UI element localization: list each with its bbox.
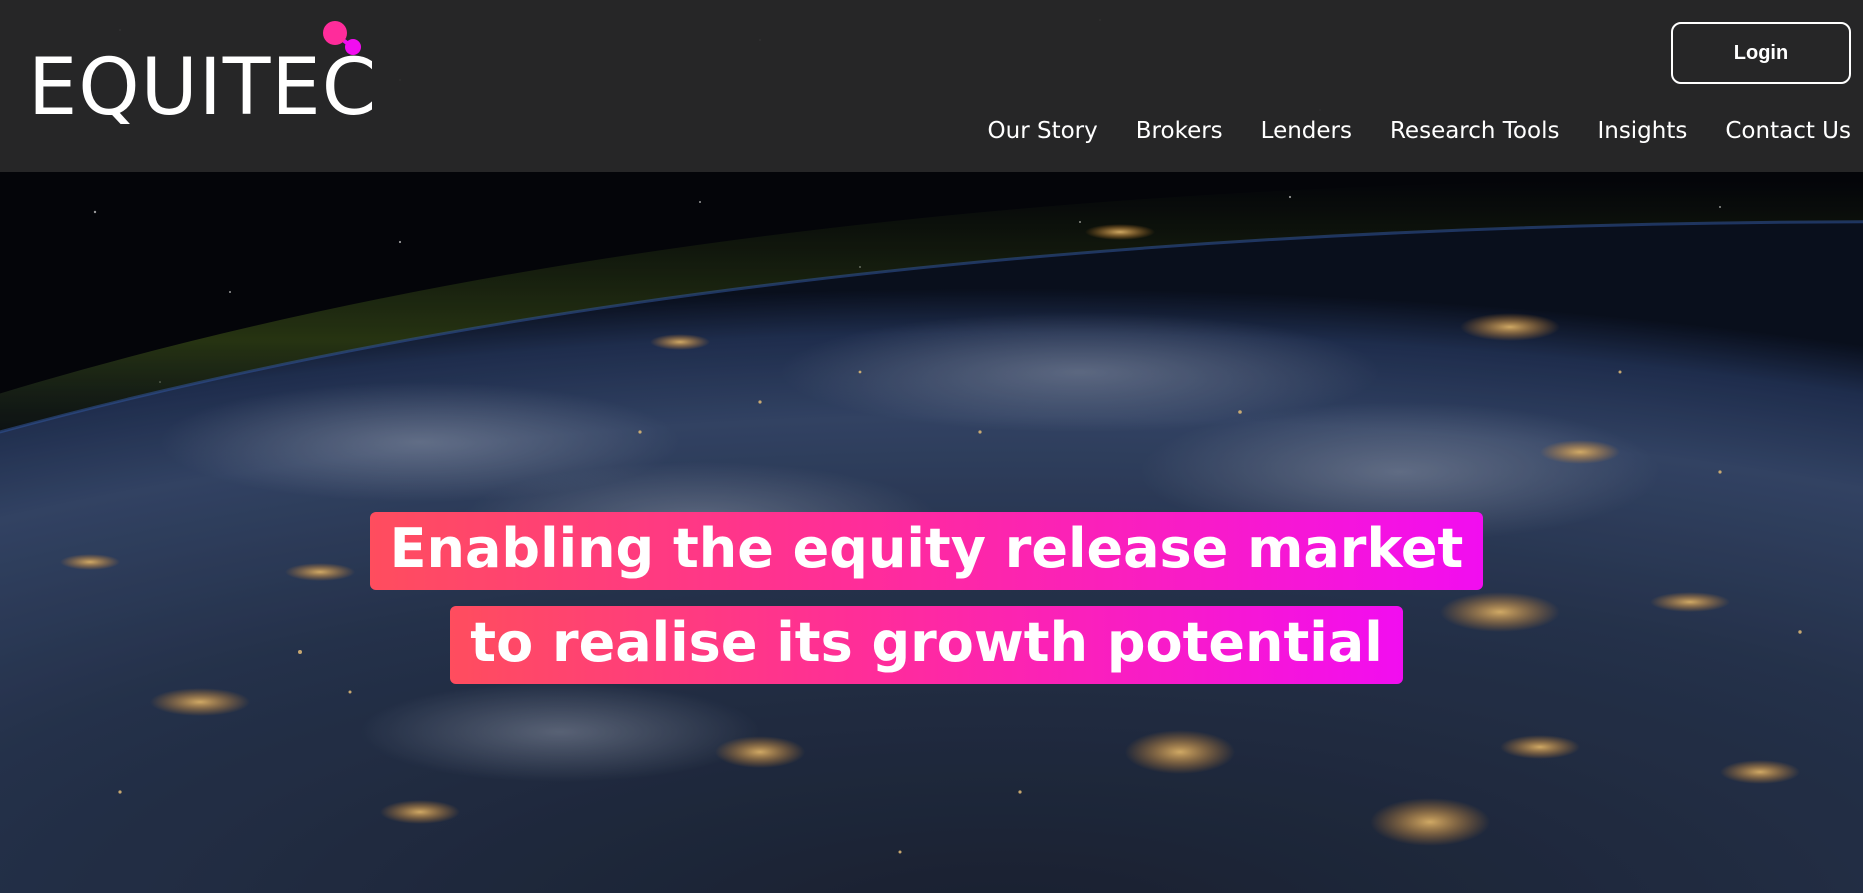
logo-molecule-icon — [323, 21, 361, 55]
nav-item-brokers[interactable]: Brokers — [1136, 118, 1223, 144]
nav-item-lenders[interactable]: Lenders — [1261, 118, 1352, 144]
hero-section: Enabling the equity release market to re… — [0, 172, 1863, 893]
nav-item-insights[interactable]: Insights — [1597, 118, 1687, 144]
equitec-logo[interactable]: EQUITEC — [28, 20, 388, 130]
main-nav: Our Story Brokers Lenders Research Tools… — [988, 118, 1851, 144]
nav-item-research-tools[interactable]: Research Tools — [1390, 118, 1559, 144]
headline-line-2: to realise its growth potential — [450, 606, 1403, 684]
nav-item-our-story[interactable]: Our Story — [988, 118, 1098, 144]
login-button[interactable]: Login — [1671, 22, 1851, 84]
hero-headline: Enabling the equity release market to re… — [0, 512, 1863, 700]
page: EQUITEC Login Our Story Brokers Lenders … — [0, 0, 1863, 893]
site-header: EQUITEC Login Our Story Brokers Lenders … — [0, 0, 1863, 172]
headline-line-1: Enabling the equity release market — [369, 512, 1484, 590]
nav-item-contact-us[interactable]: Contact Us — [1725, 118, 1851, 144]
